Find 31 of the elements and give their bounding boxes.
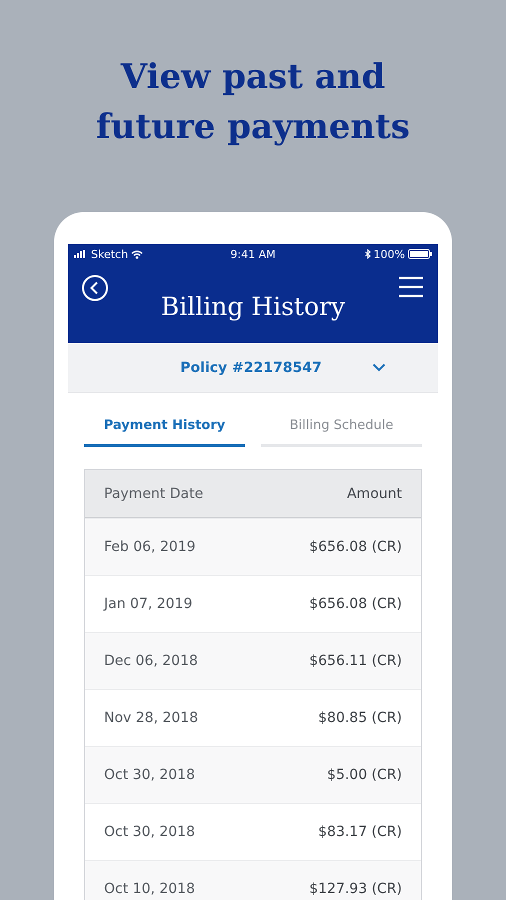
- table-cell: Oct 30, 2018: [104, 824, 195, 840]
- table-cell: $656.11 (CR): [309, 653, 402, 669]
- table-cell: Oct 10, 2018: [104, 881, 195, 897]
- bluetooth-icon: [364, 249, 371, 259]
- status-time: 9:41 AM: [230, 248, 276, 260]
- table-cell: Nov 28, 2018: [104, 710, 198, 726]
- table-cell: Dec 06, 2018: [104, 653, 198, 669]
- table-cell: $656.08 (CR): [309, 596, 402, 612]
- table-cell: Oct 30, 2018: [104, 767, 195, 783]
- column-header: Amount: [346, 486, 402, 502]
- table-cell: $5.00 (CR): [327, 767, 402, 783]
- table-cell: Feb 06, 2019: [104, 539, 196, 555]
- policy-selector[interactable]: Policy #22178547: [68, 343, 438, 392]
- carrier-name: Sketch: [91, 248, 128, 260]
- chevron-down-icon: [372, 363, 386, 372]
- table-cell: Jan 07, 2019: [104, 596, 192, 612]
- column-header: Payment Date: [104, 486, 204, 502]
- table-cell: $80.85 (CR): [318, 710, 402, 726]
- screen-title: Billing History: [160, 291, 346, 323]
- battery-icon: [408, 249, 432, 259]
- signal-icon: [74, 250, 88, 258]
- promo-headline: View past and future payments: [95, 56, 411, 149]
- wifi-icon: [131, 250, 144, 258]
- battery-percent: 100%: [374, 248, 405, 260]
- table-cell: $127.93 (CR): [309, 881, 402, 897]
- tab[interactable]: Billing Schedule: [261, 393, 422, 447]
- tab[interactable]: Payment History: [84, 393, 245, 447]
- back-button[interactable]: [81, 274, 109, 302]
- table-cell: $656.08 (CR): [309, 539, 402, 555]
- table-cell: $83.17 (CR): [318, 824, 402, 840]
- menu-button[interactable]: [398, 276, 424, 298]
